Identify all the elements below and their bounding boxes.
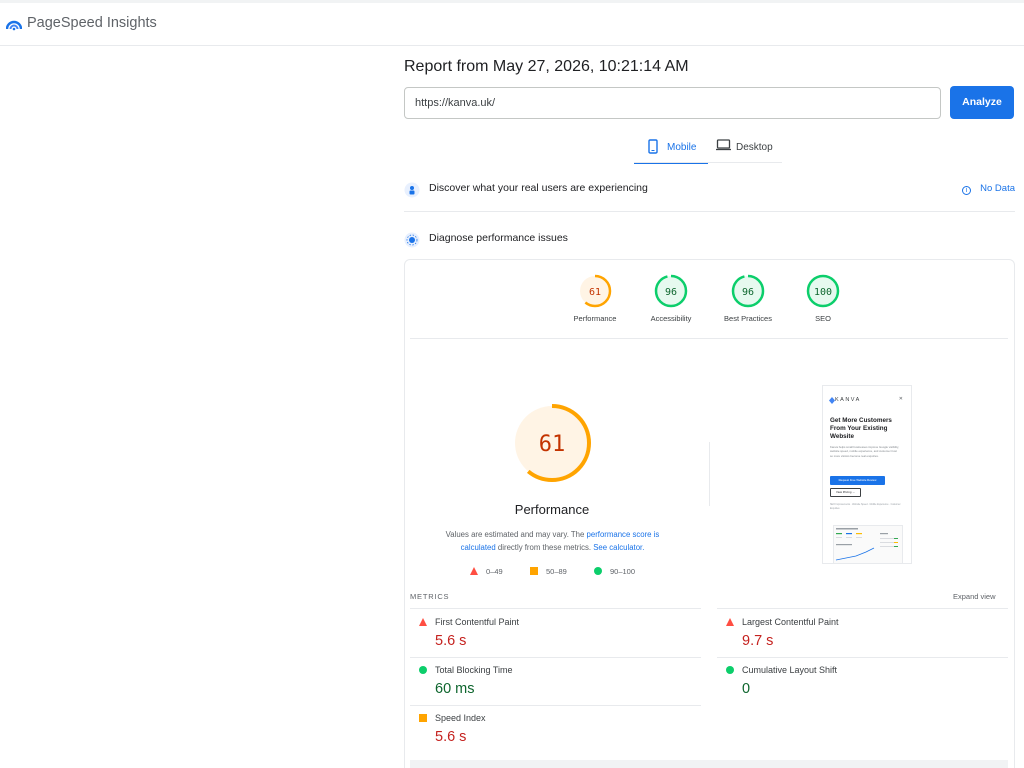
- tab-desktop[interactable]: Desktop: [716, 138, 786, 163]
- metric-cls: Cumulative Layout Shift 0: [717, 657, 997, 702]
- diagnose-section: Diagnose performance issues: [404, 228, 1015, 254]
- tab-divider: [634, 162, 782, 163]
- screenshot-dashboard-preview: [833, 525, 903, 563]
- circle-icon: [594, 567, 602, 575]
- info-icon: i: [962, 186, 972, 195]
- metric-lcp-value: 9.7 s: [742, 633, 774, 649]
- tab-desktop-label: Desktop: [736, 142, 773, 153]
- real-users-text: Discover what your real users are experi…: [429, 182, 648, 194]
- metric-speed-index-value: 5.6 s: [435, 729, 467, 745]
- analyze-button[interactable]: Analyze: [950, 86, 1014, 119]
- gauge-accessibility[interactable]: 96 Accessibility: [631, 274, 711, 330]
- pagespeed-logo-icon: [6, 20, 22, 31]
- legend-pass-label: 90–100: [610, 567, 636, 576]
- explain-middle: directly from these metrics.: [495, 543, 594, 552]
- vertical-separator: [709, 442, 710, 506]
- url-input-value[interactable]: https://kanva.uk/: [415, 97, 495, 109]
- metrics-heading: METRICS: [410, 592, 450, 601]
- real-users-section[interactable]: Discover what your real users are experi…: [404, 178, 1015, 204]
- no-data-label: No Data: [980, 183, 1015, 194]
- gauge-seo-ring: 100: [806, 274, 840, 308]
- gauge-seo-value: 100: [814, 287, 832, 298]
- screenshot-close-icon: ✕: [898, 396, 903, 402]
- performance-big-gauge: 61: [513, 404, 591, 482]
- gauge-performance-value: 61: [589, 287, 601, 298]
- gauge-best-practices[interactable]: 96 Best Practices: [708, 274, 788, 330]
- legend-fail-label: 0–49: [486, 567, 503, 576]
- users-icon: [404, 182, 420, 198]
- see-calculator-link[interactable]: See calculator.: [593, 543, 644, 552]
- triangle-icon: [726, 618, 734, 626]
- metric-cls-value: 0: [742, 681, 751, 697]
- gauge-accessibility-ring: 96: [654, 274, 688, 308]
- url-input[interactable]: https://kanva.uk/: [404, 87, 941, 119]
- metric-fcp-value: 5.6 s: [435, 633, 467, 649]
- mobile-icon: [648, 139, 658, 154]
- tab-mobile-label: Mobile: [667, 142, 697, 153]
- metric-tbt-name: Total Blocking Time: [435, 665, 513, 675]
- metric-fcp: First Contentful Paint 5.6 s: [410, 609, 690, 654]
- performance-title: Performance: [514, 502, 590, 517]
- gauge-best-practices-value: 96: [742, 287, 754, 298]
- gauge-seo[interactable]: 100 SEO: [783, 274, 863, 330]
- app-title[interactable]: PageSpeed Insights: [27, 15, 157, 31]
- diagnose-icon: [404, 232, 420, 248]
- metric-lcp: Largest Contentful Paint 9.7 s: [717, 609, 997, 654]
- screenshot-small-text: SEO Improvements · Website Speed · Mobil…: [830, 504, 901, 510]
- triangle-icon: [419, 618, 427, 626]
- desktop-icon: [716, 139, 731, 151]
- metric-tbt: Total Blocking Time 60 ms: [410, 657, 690, 702]
- tab-mobile[interactable]: Mobile: [634, 138, 708, 164]
- app-header: PageSpeed Insights: [0, 3, 1024, 46]
- metric-tbt-value: 60 ms: [435, 681, 475, 697]
- report-title: Report from May 27, 2026, 10:21:14 AM: [404, 58, 689, 75]
- metric-fcp-name: First Contentful Paint: [435, 617, 520, 627]
- circle-icon: [419, 666, 427, 674]
- expand-view-button[interactable]: Expand view: [953, 592, 996, 601]
- screenshot-dashboard-graphic: [835, 528, 898, 561]
- gauge-best-practices-label: Best Practices: [724, 314, 772, 323]
- screenshot-primary-button: Request Free Website Review: [830, 476, 885, 485]
- metric-cls-name: Cumulative Layout Shift: [742, 665, 838, 675]
- explain-prefix: Values are estimated and may vary. The: [445, 530, 587, 539]
- performance-big-score: 61: [539, 432, 566, 457]
- section-divider: [404, 211, 1015, 212]
- gauge-seo-label: SEO: [815, 314, 831, 323]
- gauge-accessibility-label: Accessibility: [650, 314, 692, 323]
- screenshot-paragraph: Kanva helps small businesses improve Goo…: [830, 445, 899, 458]
- screenshot-heading: Get More Customers From Your Existing We…: [830, 417, 892, 440]
- page-screenshot[interactable]: KANVA ✕ Get More Customers From Your Exi…: [822, 385, 912, 564]
- gauge-best-practices-ring: 96: [731, 274, 765, 308]
- square-icon: [419, 714, 427, 722]
- square-icon: [530, 567, 538, 575]
- gauge-performance-ring: 61: [578, 274, 612, 308]
- performance-explanation: Values are estimated and may vary. The p…: [430, 528, 675, 554]
- gauge-performance[interactable]: 61 Performance: [555, 274, 635, 330]
- screenshot-logo: KANVA: [835, 397, 861, 403]
- metric-lcp-name: Largest Contentful Paint: [742, 617, 839, 627]
- gauge-accessibility-value: 96: [665, 287, 677, 298]
- metric-speed-index-name: Speed Index: [435, 713, 486, 723]
- metric-speed-index: Speed Index 5.6 s: [410, 705, 690, 750]
- legend-average-label: 50–89: [546, 567, 567, 576]
- audit-filter-bar: [410, 760, 1008, 768]
- circle-icon: [726, 666, 734, 674]
- diagnose-text: Diagnose performance issues: [429, 232, 568, 244]
- gauge-performance-label: Performance: [573, 314, 617, 323]
- no-data-status[interactable]: i No Data: [962, 183, 1015, 195]
- gauge-divider: [410, 338, 1008, 339]
- triangle-icon: [470, 567, 478, 575]
- screenshot-secondary-button: View Pricing →: [830, 488, 861, 497]
